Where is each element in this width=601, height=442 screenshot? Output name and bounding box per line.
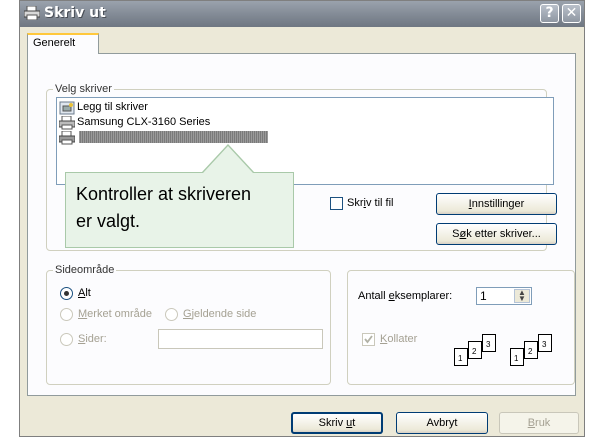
add-printer-icon	[59, 101, 75, 115]
title-bar[interactable]: Skriv ut ? ✕	[20, 1, 584, 27]
radio-all-label[interactable]: Alt	[78, 287, 91, 299]
page-range-legend: Sideområde	[53, 264, 117, 276]
spin-arrows-icon[interactable]: ▲ ▼	[514, 289, 530, 303]
checkmark-icon	[364, 335, 373, 344]
instruction-callout: Kontroller at skriveren er valgt.	[65, 172, 294, 248]
tab-general-label: Generelt	[33, 37, 76, 49]
pages-input[interactable]	[158, 329, 323, 349]
cancel-button[interactable]: Avbryt	[396, 412, 488, 434]
collate-label[interactable]: Kollater	[380, 333, 417, 345]
copies-groupbox	[347, 270, 575, 385]
find-printer-button[interactable]: Søk etter skriver...	[436, 223, 557, 245]
copies-label: Antall eksemplarer:	[358, 290, 453, 302]
collate-page-3: 3	[538, 334, 552, 352]
collate-page-2: 2	[468, 341, 482, 359]
window-title: Skriv ut	[44, 5, 106, 21]
callout-pointer	[203, 146, 253, 173]
list-item-selected-printer[interactable]	[59, 131, 279, 145]
list-item-label: Samsung CLX-3160 Series	[77, 116, 211, 128]
collate-page-1: 1	[454, 348, 468, 366]
radio-current-page-label[interactable]: Gjeldende side	[183, 308, 256, 320]
help-button[interactable]: ?	[540, 4, 559, 23]
radio-pages-label[interactable]: Sider:	[78, 333, 107, 345]
radio-current-page[interactable]	[165, 308, 178, 321]
copies-spinner[interactable]: 1 ▲ ▼	[476, 287, 532, 305]
collate-checkbox[interactable]	[362, 333, 375, 346]
radio-selection-label[interactable]: Merket område	[78, 308, 152, 320]
printer-icon	[59, 131, 75, 145]
printer-icon	[59, 116, 75, 130]
radio-selection[interactable]	[60, 308, 73, 321]
radio-pages[interactable]	[60, 333, 73, 346]
print-to-file-checkbox[interactable]	[330, 197, 343, 210]
radio-dot	[64, 291, 69, 296]
close-button[interactable]: ✕	[562, 4, 581, 23]
list-item-label: Legg til skriver	[77, 101, 148, 113]
printer-group-legend: Velg skriver	[53, 83, 114, 95]
printer-icon	[24, 6, 40, 20]
collate-page-1: 1	[510, 348, 524, 366]
copies-value: 1	[480, 289, 487, 303]
apply-button[interactable]: Bruk	[499, 412, 579, 434]
callout-line-2: er valgt.	[76, 211, 141, 231]
collate-page-3: 3	[482, 334, 496, 352]
selected-printer-highlight	[79, 131, 268, 143]
callout-line-1: Kontroller at skriveren	[76, 184, 252, 204]
print-to-file-label[interactable]: Skriv til fil	[347, 197, 393, 209]
print-button[interactable]: Skriv ut	[291, 412, 383, 434]
settings-button[interactable]: Innstillinger	[436, 193, 557, 215]
radio-all[interactable]	[60, 287, 73, 300]
tab-general[interactable]: Generelt	[27, 33, 99, 54]
collate-page-2: 2	[524, 341, 538, 359]
